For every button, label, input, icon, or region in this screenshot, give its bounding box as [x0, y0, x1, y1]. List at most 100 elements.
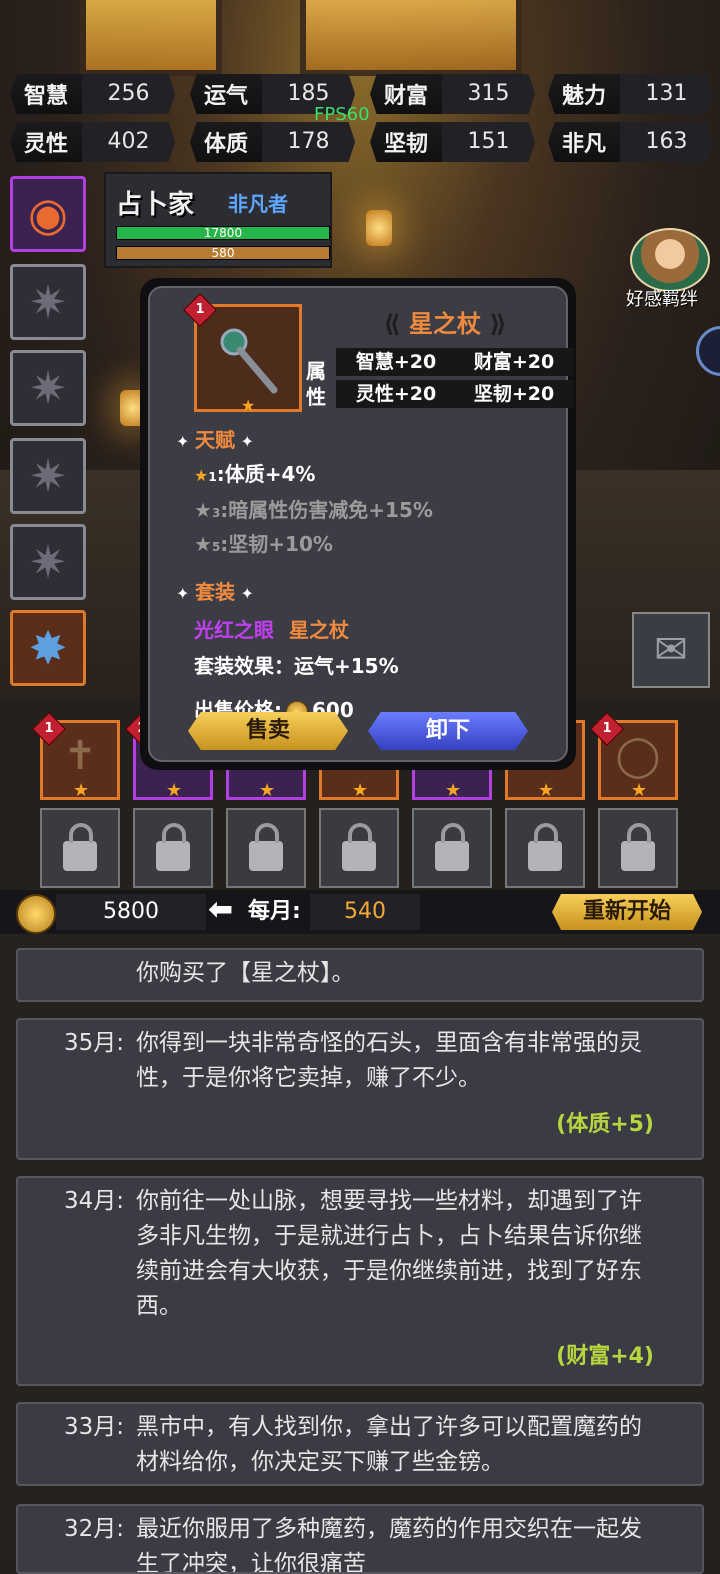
log-text: 你得到一块非常奇怪的石头，里面含有非常强的灵性，于是你将它卖掉，赚了不少。 [136, 1030, 642, 1091]
star-sigil-icon: ✷ [28, 449, 68, 503]
companion-avatar[interactable] [630, 228, 710, 292]
set-piece-names: 光红之眼 星之杖 [194, 614, 349, 643]
log-month: 33月: [64, 1414, 125, 1440]
log-entry: 35月: 你得到一块非常奇怪的石头，里面含有非常强的灵性，于是你将它卖掉，赚了不… [16, 1018, 704, 1160]
talent-row: ★5:坚韧+10% [194, 532, 333, 556]
stat-value: 178 [262, 122, 355, 162]
attribute-chip: 财富+20 [454, 348, 574, 376]
log-text: 你购买了【星之杖】。 [136, 960, 355, 986]
stat-value: 402 [82, 122, 175, 162]
stat-label: 魅力 [561, 84, 606, 109]
skill-slot-ultimate[interactable]: ✸ [10, 610, 86, 686]
log-entry: 33月: 黑市中，有人找到你，拿出了许多可以配置魔药的材料给你，你决定买下赚了些… [16, 1402, 704, 1486]
attributes-label: 属性 [306, 359, 326, 409]
stat-spirituality: 灵性 402 [10, 122, 175, 162]
padlock-icon [249, 823, 283, 871]
padlock-icon [435, 823, 469, 871]
log-text: 你前往一处山脉，想要寻找一些材料，却遇到了许多非凡生物，于是就进行占卜，占卜结果… [136, 1188, 642, 1319]
stat-wisdom: 智慧 256 [10, 74, 175, 114]
padlock-icon [156, 823, 190, 871]
skill-slot-empty[interactable]: ✷ [10, 264, 86, 340]
attribute-chip: 坚韧+20 [454, 380, 574, 408]
padlock-icon [528, 823, 562, 871]
stat-value: 131 [620, 74, 713, 114]
stat-label: 运气 [203, 84, 248, 109]
sparkle-icon: ✦ [234, 432, 254, 451]
coin-icon [16, 894, 56, 934]
skill-slot-empty[interactable]: ✷ [10, 524, 86, 600]
crystal-star-icon: ✸ [28, 621, 68, 675]
stat-label: 坚韧 [383, 132, 428, 157]
attribute-chip: 智慧+20 [336, 348, 456, 376]
sparkle-icon: ✦ [234, 584, 254, 603]
item-name-banner: ⟪ 星之杖 ⟫ [330, 304, 560, 339]
star-icon: ★ [73, 780, 90, 801]
skill-slot-active[interactable]: ◉ [10, 176, 86, 252]
gold-amount: 5800 [56, 894, 206, 930]
mail-button[interactable]: ✉ [632, 612, 710, 688]
star-icon: ★ [631, 780, 648, 801]
lamp [366, 210, 392, 246]
skill-slot-empty[interactable]: ✷ [10, 438, 86, 514]
set-piece-name: 光红之眼 [194, 618, 274, 642]
monthly-income: 540 [310, 894, 420, 930]
log-text: 黑市中，有人找到你，拿出了许多可以配置魔药的材料给你，你决定买下赚了些金镑。 [136, 1414, 642, 1475]
talent-row: ★3:暗属性伤害减免+15% [194, 498, 433, 522]
padlock-icon [63, 823, 97, 871]
stat-label: 智慧 [23, 84, 68, 109]
popup-body: ★ 1 ⟪ 星之杖 ⟫ 属性 智慧+20 财富+20 灵性+20 坚韧+20 ✦… [148, 286, 574, 762]
scepter-icon [220, 328, 278, 394]
character-panel[interactable]: 占卜家 非凡者 17800 580 [104, 172, 332, 268]
scene-window [300, 0, 522, 76]
star-icon: ★ [538, 780, 555, 801]
locked-slot[interactable] [226, 808, 306, 888]
cross-staff-icon: ✝ [63, 733, 97, 779]
star-sigil-icon: ✷ [28, 535, 68, 589]
item-name: 星之杖 [409, 310, 481, 338]
stat-value: 163 [620, 122, 713, 162]
stat-label: 体质 [203, 132, 248, 157]
sparkle-icon: ✦ [176, 432, 195, 451]
talent-row: ★1:体质+4% [194, 462, 316, 486]
log-entry: 你购买了【星之杖】。 [16, 948, 704, 1002]
locked-slot[interactable] [598, 808, 678, 888]
log-month: 34月: [64, 1188, 125, 1214]
stat-extraordinary: 非凡 163 [548, 122, 713, 162]
restart-button[interactable]: 重新开始 [552, 894, 702, 930]
locked-slot[interactable] [133, 808, 213, 888]
log-text: 最近你服用了多种魔药，魔药的作用交织在一起发生了冲突，让你很痛苦 [136, 1516, 642, 1574]
event-log[interactable]: 你购买了【星之杖】。 35月: 你得到一块非常奇怪的石头，里面含有非常强的灵性，… [0, 934, 720, 1574]
stat-label: 非凡 [561, 132, 606, 157]
star-icon: ★ [194, 466, 209, 485]
padlock-icon [342, 823, 376, 871]
star-icon: ★ [194, 532, 212, 556]
skill-slot-empty[interactable]: ✷ [10, 350, 86, 426]
locked-slot[interactable] [505, 808, 585, 888]
star-icon: ★ [194, 498, 212, 522]
equip-slot[interactable]: 1 ✝ ★ [32, 712, 120, 801]
equip-slot[interactable]: 1 ◯ ★ [590, 712, 678, 801]
banner-right-deco: ⟫ [481, 310, 507, 338]
companion-label: 好感羁绊 [626, 289, 698, 310]
locked-slot[interactable] [412, 808, 492, 888]
locked-slot[interactable] [40, 808, 120, 888]
set-section-title: ✦ 套装 ✦ [176, 580, 254, 604]
fps-counter: FPS60 [314, 104, 370, 125]
log-reward: (体质+5) [556, 1112, 654, 1137]
star-icon: ★ [352, 780, 369, 801]
star-icon: ★ [259, 780, 276, 801]
log-entry: 32月: 最近你服用了多种魔药，魔药的作用交织在一起发生了冲突，让你很痛苦 [16, 1504, 704, 1574]
padlock-icon [621, 823, 655, 871]
mp-bar: 580 [116, 246, 330, 260]
stat-label: 财富 [383, 84, 428, 109]
sell-button[interactable]: 售卖 [188, 712, 348, 750]
hp-bar: 17800 [116, 226, 330, 240]
star-icon: ★ [445, 780, 462, 801]
stat-label: 灵性 [23, 132, 68, 157]
locked-slot[interactable] [319, 808, 399, 888]
item-detail-popup: ★ 1 ⟪ 星之杖 ⟫ 属性 智慧+20 财富+20 灵性+20 坚韧+20 ✦… [140, 278, 576, 770]
set-effect: 套装效果：运气+15% [194, 654, 399, 678]
envelope-icon: ✉ [654, 627, 688, 673]
unequip-button[interactable]: 卸下 [368, 712, 528, 750]
log-entry: 34月: 你前往一处山脉，想要寻找一些材料，却遇到了许多非凡生物，于是就进行占卜… [16, 1176, 704, 1386]
